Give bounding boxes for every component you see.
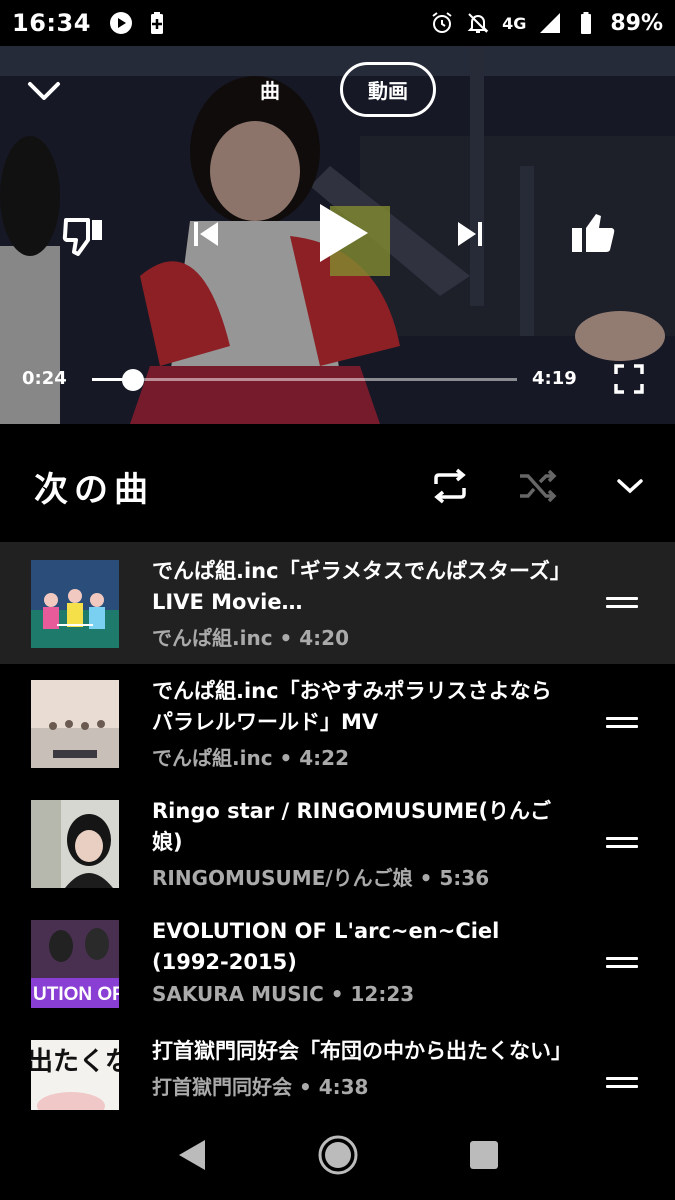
alarm-icon	[432, 12, 452, 33]
drag-handle-icon[interactable]	[606, 1077, 638, 1091]
shuffle-icon	[520, 469, 557, 503]
progress-row: 0:24 4:19	[22, 364, 652, 394]
signal-icon	[540, 13, 561, 33]
fullscreen-icon[interactable]	[614, 364, 644, 394]
up-next-header: 次の曲	[0, 424, 675, 544]
repeat-icon	[434, 468, 466, 504]
queue-item-title: 打首獄門同好会「布団の中から出たくない」	[152, 1039, 572, 1063]
play-button[interactable]	[318, 202, 370, 264]
collapse-player-button[interactable]	[24, 76, 64, 106]
queue-item-subtitle: でんぱ組.inc • 4:20	[152, 626, 350, 650]
queue-thumbnail: 出たくな	[31, 1040, 119, 1110]
status-time: 16:34	[12, 9, 91, 37]
queue-thumbnail	[31, 680, 119, 768]
queue-item[interactable]: でんぱ組.inc「ギラメタスでんぱスターズ」LIVE Movie… でんぱ組.i…	[0, 544, 675, 664]
repeat-button[interactable]	[430, 466, 470, 506]
drag-handle-icon[interactable]	[606, 717, 638, 731]
like-icon[interactable]	[570, 212, 616, 254]
next-track-icon[interactable]	[456, 220, 484, 248]
queue-item-subtitle: RINGOMUSUME/りんご娘 • 5:36	[152, 866, 490, 890]
drag-handle-icon[interactable]	[606, 597, 638, 611]
chevron-down-icon	[617, 479, 643, 494]
back-icon[interactable]	[177, 1138, 207, 1172]
battery-saver-icon	[150, 12, 163, 34]
battery-percent: 89%	[610, 10, 663, 36]
collapse-queue-button[interactable]	[610, 466, 650, 506]
queue-item-subtitle: SAKURA MUSIC • 12:23	[152, 982, 415, 1006]
dislike-icon[interactable]	[62, 216, 106, 256]
seek-bar[interactable]	[92, 369, 517, 391]
queue-item-title: Ringo star / RINGOMUSUME(りんご娘)	[152, 799, 552, 854]
play-notification-icon	[109, 12, 132, 34]
queue-item[interactable]: Ringo star / RINGOMUSUME(りんご娘) RINGOMUSU…	[0, 784, 675, 904]
battery-icon	[581, 12, 592, 34]
network-type: 4G	[502, 13, 527, 33]
queue-thumbnail	[31, 800, 119, 888]
current-time: 0:24	[22, 368, 67, 389]
shuffle-button[interactable]	[518, 466, 558, 506]
up-next-title: 次の曲	[34, 470, 154, 510]
thumbnail-text: UTION OF	[33, 984, 119, 1005]
notifications-off-icon	[467, 13, 489, 33]
previous-track-icon[interactable]	[192, 220, 220, 248]
song-video-toggle[interactable]: 曲 動画	[240, 62, 436, 117]
seek-thumb[interactable]	[121, 369, 144, 391]
queue-item-title: でんぱ組.inc「ギラメタスでんぱスターズ」LIVE Movie…	[152, 559, 571, 614]
queue-item-subtitle: でんぱ組.inc • 4:22	[152, 746, 350, 770]
queue-item-title: でんぱ組.inc「おやすみポラリスさよならパラレルワールド」MV	[152, 679, 552, 734]
status-bar: 16:34 4G 89%	[0, 0, 675, 46]
system-nav-bar	[0, 1110, 675, 1200]
recents-icon[interactable]	[469, 1140, 499, 1170]
queue-list: でんぱ組.inc「ギラメタスでんぱスターズ」LIVE Movie… でんぱ組.i…	[0, 544, 675, 1110]
queue-item-subtitle: 打首獄門同好会 • 4:38	[152, 1075, 369, 1099]
queue-item-title: EVOLUTION OF L'arc~en~Ciel (1992-2015)	[152, 919, 500, 974]
drag-handle-icon[interactable]	[606, 837, 638, 851]
queue-thumbnail: UTION OF	[31, 920, 119, 1008]
home-icon[interactable]	[317, 1134, 359, 1176]
video-player[interactable]: 曲 動画 0:24 4:19	[0, 46, 675, 424]
total-time: 4:19	[532, 368, 577, 389]
drag-handle-icon[interactable]	[606, 957, 638, 971]
queue-item[interactable]: UTION OF EVOLUTION OF L'arc~en~Ciel (199…	[0, 904, 675, 1024]
queue-item[interactable]: 出たくな 打首獄門同好会「布団の中から出たくない」 打首獄門同好会 • 4:38	[0, 1024, 675, 1110]
song-mode-tab[interactable]: 曲	[240, 65, 300, 114]
queue-item[interactable]: でんぱ組.inc「おやすみポラリスさよならパラレルワールド」MV でんぱ組.in…	[0, 664, 675, 784]
queue-thumbnail	[31, 560, 119, 648]
video-mode-tab[interactable]: 動画	[340, 62, 436, 117]
thumbnail-text: 出たくな	[31, 1047, 119, 1077]
